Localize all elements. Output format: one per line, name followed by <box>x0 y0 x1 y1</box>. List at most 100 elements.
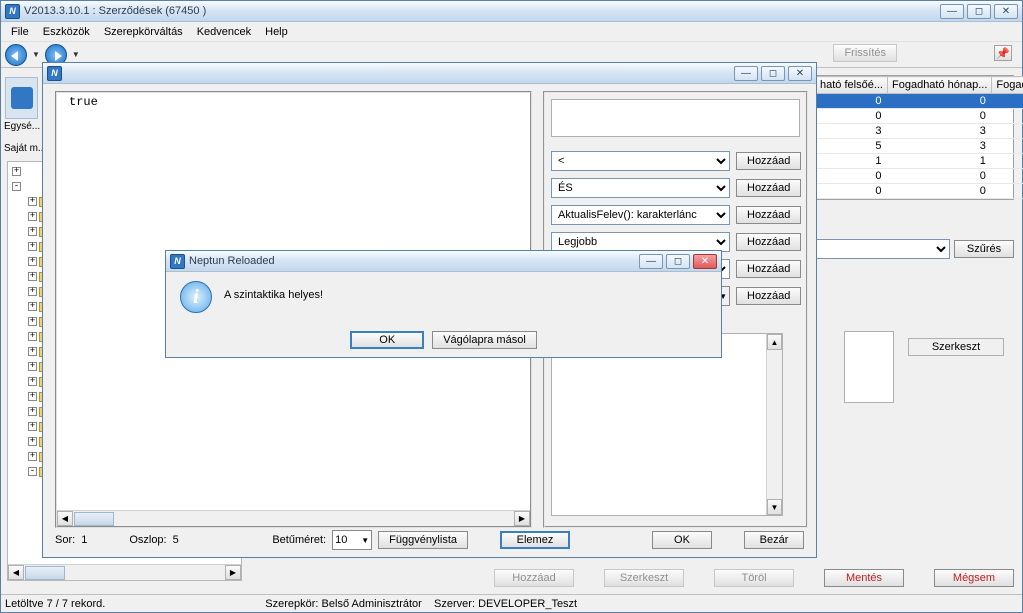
tree-expand-icon[interactable]: + <box>28 227 37 236</box>
main-close-button[interactable]: ✕ <box>994 4 1018 19</box>
refresh-button[interactable]: Frissítés <box>833 44 897 62</box>
editor-maximize-button[interactable]: ◻ <box>761 66 785 81</box>
grid-row[interactable]: 00 <box>816 184 1023 199</box>
col-label: Oszlop: <box>129 534 166 546</box>
pin-icon[interactable]: 📌 <box>994 45 1012 61</box>
menu-favorites[interactable]: Kedvencek <box>191 24 257 40</box>
row-label: Sor: <box>55 534 75 546</box>
grid-row[interactable]: 11 <box>816 154 1023 169</box>
menu-bar: File Eszközök Szerepkörváltás Kedvencek … <box>1 22 1022 42</box>
fontsize-label: Betűméret: <box>272 534 326 546</box>
grid-row[interactable]: 00 <box>816 109 1023 124</box>
add-button-5[interactable]: Hozzáad <box>736 260 801 278</box>
module-icon[interactable] <box>5 77 38 119</box>
status-record-count: Letöltve 7 / 7 rekord. <box>5 598 105 610</box>
main-maximize-button[interactable]: ◻ <box>967 4 991 19</box>
menu-help[interactable]: Help <box>259 24 294 40</box>
filter-combo[interactable] <box>810 239 950 259</box>
nav-forward-dropdown[interactable]: ▼ <box>69 50 83 59</box>
parse-button[interactable]: Elemez <box>500 531 570 549</box>
tree-hscroll[interactable]: ◀▶ <box>8 564 241 580</box>
bottom-save-button[interactable]: Mentés <box>824 569 904 587</box>
grid-header[interactable]: ható felsőé... <box>816 77 888 94</box>
add-button-6[interactable]: Hozzáad <box>736 287 801 305</box>
add-button-2[interactable]: Hozzáad <box>736 179 801 197</box>
add-button-3[interactable]: Hozzáad <box>736 206 801 224</box>
tree-expand-icon[interactable]: + <box>28 287 37 296</box>
main-titlebar: N V2013.3.10.1 : Szerződések (67450 ) ― … <box>1 1 1022 22</box>
status-server: DEVELOPER_Teszt <box>478 598 577 610</box>
grid-row[interactable]: 00 <box>816 94 1023 109</box>
menu-tools[interactable]: Eszközök <box>37 24 96 40</box>
app-icon: N <box>47 66 62 81</box>
bottom-cancel-button[interactable]: Mégsem <box>934 569 1014 587</box>
funclist-button[interactable]: Függvénylista <box>378 531 468 549</box>
grid-header[interactable]: Fogadh <box>992 77 1023 94</box>
tree-expand-icon[interactable]: + <box>28 317 37 326</box>
tree-expand-icon[interactable]: + <box>28 422 37 431</box>
tree-expand-icon[interactable]: + <box>28 347 37 356</box>
grid-row[interactable]: 33 <box>816 124 1023 139</box>
tab-label[interactable]: Saját m... <box>4 143 46 154</box>
right-upper-box <box>551 99 800 137</box>
edit-right-button[interactable]: Szerkeszt <box>908 338 1004 356</box>
status-role: Belső Adminisztrátor <box>322 598 422 610</box>
dialog-maximize-button[interactable]: ◻ <box>666 254 690 269</box>
menu-file[interactable]: File <box>5 24 35 40</box>
app-icon: N <box>5 4 20 19</box>
col-value: 5 <box>173 534 179 546</box>
editor-ok-button[interactable]: OK <box>652 531 712 549</box>
tree-expand-icon[interactable]: + <box>28 452 37 461</box>
combo-4[interactable]: Legjobb <box>551 232 730 252</box>
right-list-box[interactable]: ▲▼ <box>551 333 783 516</box>
tree-expand-icon[interactable]: + <box>28 437 37 446</box>
combo-2[interactable]: ÉS <box>551 178 730 198</box>
tree-expand-icon[interactable]: + <box>28 257 37 266</box>
bottom-delete-button[interactable]: Töröl <box>714 569 794 587</box>
info-icon: i <box>180 281 212 313</box>
tree-expand-icon[interactable]: + <box>28 302 37 311</box>
code-hscroll[interactable]: ◀▶ <box>57 510 530 526</box>
code-text: true <box>57 93 530 111</box>
add-button-1[interactable]: Hozzáad <box>736 152 801 170</box>
filter-button[interactable]: Szűrés <box>954 240 1014 258</box>
tree-expand-icon[interactable]: + <box>28 407 37 416</box>
combo-3[interactable]: AktualisFelev(): karakterlánc <box>551 205 730 225</box>
nav-back-button[interactable] <box>5 44 27 66</box>
dialog-close-button[interactable]: ✕ <box>693 254 717 269</box>
status-role-label: Szerepkör: <box>265 598 318 610</box>
add-button-4[interactable]: Hozzáad <box>736 233 801 251</box>
dialog-title: Neptun Reloaded <box>189 255 275 267</box>
grid-row[interactable]: 53 <box>816 139 1023 154</box>
nav-back-dropdown[interactable]: ▼ <box>29 50 43 59</box>
main-minimize-button[interactable]: ― <box>940 4 964 19</box>
fontsize-select[interactable]: 10▼ <box>332 530 372 550</box>
editor-close-btn[interactable]: Bezár <box>744 531 804 549</box>
grid-row[interactable]: 00 <box>816 169 1023 184</box>
tree-expand-icon[interactable]: + <box>12 167 21 176</box>
small-whitebox <box>844 331 894 403</box>
combo-1[interactable]: < <box>551 151 730 171</box>
editor-minimize-button[interactable]: ― <box>734 66 758 81</box>
editor-close-button[interactable]: ✕ <box>788 66 812 81</box>
dialog-copy-button[interactable]: Vágólapra másol <box>432 331 537 349</box>
tree-expand-icon[interactable]: + <box>28 197 37 206</box>
menu-roleswitch[interactable]: Szerepkörváltás <box>98 24 189 40</box>
tree-expand-icon[interactable]: + <box>28 212 37 221</box>
status-bar: Letöltve 7 / 7 rekord. Szerepkör: Belső … <box>1 594 1022 612</box>
bottom-add-button[interactable]: Hozzáad <box>494 569 574 587</box>
tree-expand-icon[interactable]: + <box>28 242 37 251</box>
tree-expand-icon[interactable]: + <box>28 332 37 341</box>
tree-expand-icon[interactable]: + <box>28 392 37 401</box>
data-grid: ható felsőé... Fogadható hónap... Fogadh… <box>814 75 1014 200</box>
dialog-minimize-button[interactable]: ― <box>639 254 663 269</box>
tree-expand-icon[interactable]: + <box>28 362 37 371</box>
tree-expand-icon[interactable]: + <box>28 377 37 386</box>
bottom-edit-button[interactable]: Szerkeszt <box>604 569 684 587</box>
dialog-ok-button[interactable]: OK <box>350 331 424 349</box>
right-list-vscroll[interactable]: ▲▼ <box>766 334 782 515</box>
grid-header[interactable]: Fogadható hónap... <box>888 77 992 94</box>
tree-expand-icon[interactable]: + <box>28 272 37 281</box>
row-value: 1 <box>81 534 87 546</box>
module-label: Egysé... <box>4 121 40 132</box>
